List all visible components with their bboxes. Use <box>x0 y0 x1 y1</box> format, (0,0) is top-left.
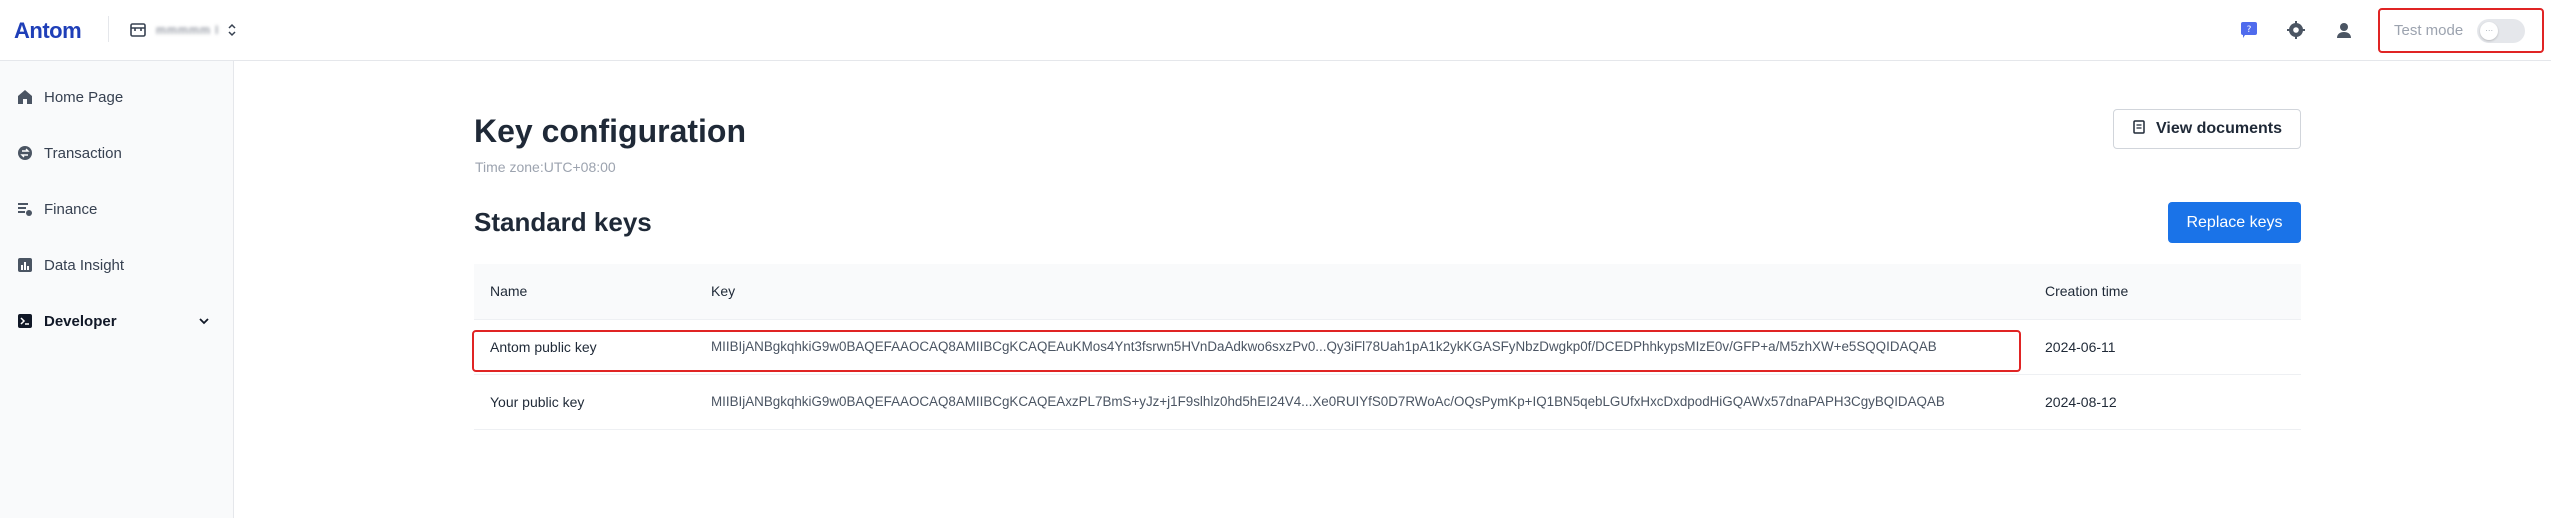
feedback-icon[interactable]: ? <box>2237 18 2261 42</box>
table-row: Antom public key MIIBIjANBgkqhkiG9w0BAQE… <box>474 320 2301 375</box>
toggle-knob-icon: ··· <box>2480 21 2499 40</box>
sidebar-item-transaction[interactable]: Transaction <box>0 133 234 173</box>
chart-icon <box>16 256 34 274</box>
home-icon <box>16 88 34 106</box>
sidebar-item-home[interactable]: Home Page <box>0 77 234 117</box>
test-mode-label: Test mode <box>2394 22 2464 39</box>
replace-keys-button[interactable]: Replace keys <box>2168 202 2301 243</box>
divider <box>108 16 109 42</box>
sidebar-item-finance[interactable]: Finance <box>0 189 234 229</box>
store-icon <box>128 20 148 40</box>
key-value[interactable]: MIIBIjANBgkqhkiG9w0BAQEFAAOCAQ8AMIIBCgKC… <box>711 394 1945 409</box>
column-header-name: Name <box>490 283 528 299</box>
settings-gear-icon[interactable] <box>2284 18 2308 42</box>
chevron-down-icon[interactable] <box>196 313 212 329</box>
merchant-name: mmmmm l <box>156 23 219 37</box>
terminal-icon <box>16 312 34 330</box>
table-row: Your public key MIIBIjANBgkqhkiG9w0BAQEF… <box>474 375 2301 430</box>
test-mode-toggle[interactable]: ··· <box>2477 18 2526 43</box>
table-header: Name Key Creation time <box>474 264 2301 320</box>
key-value[interactable]: MIIBIjANBgkqhkiG9w0BAQEFAAOCAQ8AMIIBCgKC… <box>711 339 1937 354</box>
chevron-updown-icon <box>227 23 237 37</box>
transaction-icon <box>16 144 34 162</box>
sidebar-item-data-insight[interactable]: Data Insight <box>0 245 234 285</box>
user-avatar-icon[interactable] <box>2332 18 2356 42</box>
sidebar-item-label: Data Insight <box>44 256 125 274</box>
key-name: Your public key <box>490 394 585 410</box>
timezone-label: Time zone:UTC+08:00 <box>475 159 616 175</box>
sidebar-item-label: Transaction <box>44 144 122 162</box>
antom-logo[interactable]: Antom <box>14 18 82 44</box>
view-documents-label: View documents <box>2156 120 2282 137</box>
column-header-creation-time: Creation time <box>2045 283 2129 299</box>
keys-table: Name Key Creation time Antom public key … <box>474 264 2301 430</box>
column-header-key: Key <box>711 283 736 299</box>
svg-text:?: ? <box>2247 25 2252 35</box>
top-bar: Antom mmmmm l ? Test mode ··· <box>0 0 2551 61</box>
finance-icon <box>16 200 34 218</box>
document-icon <box>2132 119 2146 139</box>
sidebar: Home Page Transaction Finance Data Insig… <box>0 61 234 518</box>
main-content: Key configuration Time zone:UTC+08:00 Vi… <box>234 61 2551 518</box>
page-title: Key configuration <box>474 113 747 149</box>
merchant-switcher[interactable]: mmmmm l <box>128 18 237 42</box>
key-name: Antom public key <box>490 339 597 355</box>
section-title: Standard keys <box>474 207 652 237</box>
sidebar-item-label: Developer <box>44 312 117 330</box>
test-mode-control: Test mode ··· <box>2378 8 2544 53</box>
sidebar-item-label: Finance <box>44 200 98 218</box>
creation-time: 2024-06-11 <box>2045 339 2116 355</box>
sidebar-item-label: Home Page <box>44 88 124 106</box>
creation-time: 2024-08-12 <box>2045 394 2117 410</box>
sidebar-item-developer[interactable]: Developer <box>0 301 234 341</box>
view-documents-button[interactable]: View documents <box>2113 109 2301 149</box>
